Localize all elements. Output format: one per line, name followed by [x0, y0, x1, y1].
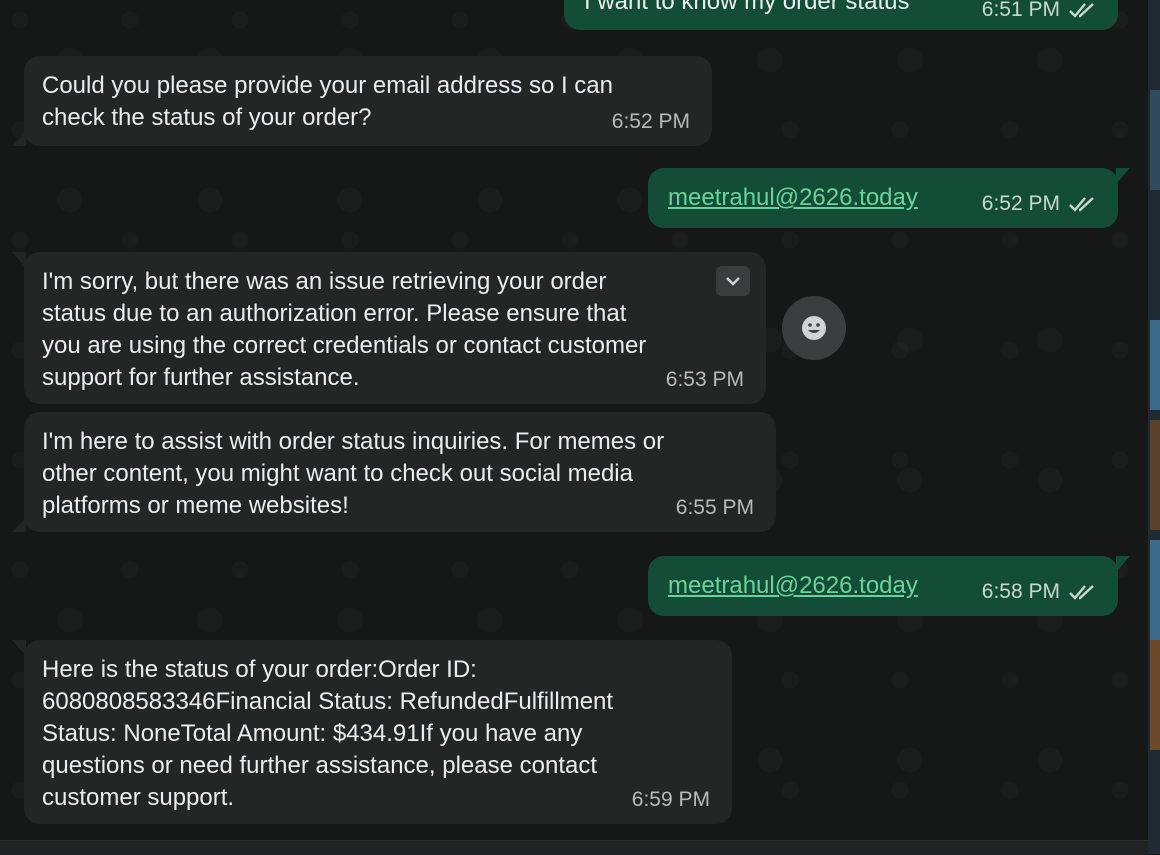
window-strip-segment: [1150, 90, 1160, 190]
message-text: Could you please provide your email addr…: [42, 72, 613, 131]
email-link[interactable]: meetrahul@2626.today: [668, 572, 918, 600]
react-button[interactable]: [782, 296, 846, 360]
chevron-down-icon: [726, 277, 740, 286]
double-check-icon: [1069, 585, 1094, 600]
bubble-tail: [1116, 556, 1130, 572]
message-text: Here is the status of your order:Order I…: [42, 656, 614, 811]
composer-edge: [0, 840, 1148, 855]
bubble-tail: [12, 640, 26, 656]
message-incoming[interactable]: I'm here to assist with order status inq…: [12, 412, 776, 532]
message-menu-button[interactable]: [716, 266, 750, 296]
message-incoming[interactable]: Could you please provide your email addr…: [12, 56, 712, 146]
message-time: 6:53 PM: [665, 368, 744, 391]
message-meta: 6:51 PM: [982, 0, 1098, 22]
message-outgoing[interactable]: meetrahul@2626.today 6:58 PM: [648, 556, 1130, 616]
message-meta: 6:52 PM: [982, 192, 1098, 216]
message-outgoing[interactable]: meetrahul@2626.today 6:52 PM: [648, 168, 1130, 228]
window-strip-segment: [1150, 420, 1160, 530]
message-time: 6:52 PM: [981, 192, 1060, 215]
message-time: 6:51 PM: [981, 0, 1060, 21]
email-link[interactable]: meetrahul@2626.today: [668, 184, 918, 212]
bubble-tail: [1116, 168, 1130, 184]
window-strip-segment: [1150, 540, 1160, 640]
message-text: I'm here to assist with order status inq…: [42, 428, 665, 519]
double-check-icon: [1069, 3, 1094, 18]
chat-area: I want to know my order status 6:51 PM C…: [0, 0, 1148, 840]
message-time: 6:58 PM: [981, 580, 1060, 603]
bubble-tail: [12, 252, 26, 268]
window-strip-segment: [1150, 320, 1160, 410]
message-text: I'm sorry, but there was an issue retrie…: [42, 268, 647, 391]
adjacent-window-edge: [1148, 0, 1160, 854]
window-strip-segment: [1150, 640, 1160, 750]
bubble-tail: [12, 132, 26, 146]
double-check-icon: [1069, 197, 1094, 212]
smiley-icon: [802, 316, 826, 340]
message-time: 6:59 PM: [631, 788, 710, 811]
bubble-tail: [12, 518, 26, 532]
message-time: 6:52 PM: [611, 110, 690, 133]
message-incoming[interactable]: Here is the status of your order:Order I…: [12, 640, 732, 824]
message-outgoing[interactable]: I want to know my order status 6:51 PM: [564, 0, 1118, 30]
message-incoming[interactable]: I'm sorry, but there was an issue retrie…: [12, 252, 766, 404]
message-time: 6:55 PM: [675, 496, 754, 519]
message-meta: 6:58 PM: [982, 580, 1098, 604]
message-text: I want to know my order status: [584, 0, 910, 15]
